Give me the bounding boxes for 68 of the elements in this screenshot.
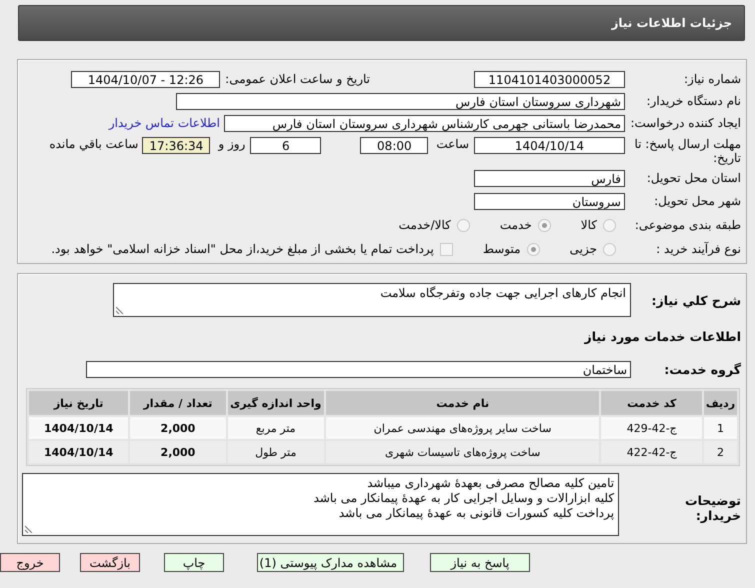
field-label: شهر محل تحویل: [653, 194, 741, 208]
field-label: توضیحات خریدار: [684, 493, 741, 523]
table-cell: 2,000 [130, 441, 226, 463]
field-label: ایجاد کننده درخواست: [629, 116, 741, 130]
action-button[interactable]: مشاهده مدارک پیوستی (1) [257, 553, 404, 572]
deadline-date-field[interactable]: 1404/10/14 [474, 137, 625, 154]
resize-grip-icon[interactable] [25, 525, 33, 533]
column-header: کد خدمت [601, 391, 702, 415]
remaining-label: ساعت باقي مانده [49, 137, 138, 151]
need-number-field[interactable]: 1104101403000052 [474, 70, 625, 88]
deadline-time-field[interactable]: 08:00 [360, 137, 428, 154]
radio-button[interactable] [603, 218, 616, 232]
resize-grip-icon[interactable] [116, 306, 124, 314]
action-button[interactable]: پاسخ به نیاز [430, 553, 530, 572]
table-cell: متر طول [228, 441, 324, 463]
radio-button[interactable] [526, 242, 540, 256]
table-cell: متر مربع [228, 417, 324, 439]
section-title: اطلاعات خدمات مورد نیاز [583, 329, 741, 344]
field-label: تاریخ و ساعت اعلان عمومی: [225, 72, 370, 86]
column-header: تاریخ نیاز [29, 391, 128, 415]
province-field[interactable]: فارس [474, 170, 625, 186]
column-header: تعداد / مقدار [130, 391, 226, 415]
days-label: روز و [218, 137, 246, 151]
table-cell: ساخت سایر پروژه‌های مهندسی عمران [326, 417, 600, 439]
option-label: کالا [580, 218, 597, 232]
city-field[interactable]: سروستان [474, 192, 625, 210]
radio-button[interactable] [603, 242, 616, 256]
radio-button[interactable] [456, 218, 470, 232]
service-group-field[interactable]: ساختمان [86, 360, 631, 378]
days-field[interactable]: 6 [250, 137, 322, 154]
remaining-time-field: 17:36:34 [142, 137, 210, 154]
field-label: استان محل تحویل: [646, 171, 741, 185]
table-cell: 2 [704, 441, 737, 463]
field-label: شماره نیاز: [683, 72, 741, 86]
field-label: گروه خدمت: [663, 362, 741, 376]
option-label: متوسط [482, 242, 521, 256]
contact-link[interactable]: اطلاعات تماس خریدار [108, 116, 220, 130]
table-cell: 2,000 [130, 417, 226, 439]
table-cell: 1404/10/14 [29, 441, 128, 463]
buyer-field[interactable]: شهرداری سروستان استان فارس [176, 92, 625, 110]
table-cell: ساخت پروژه‌های تاسیسات شهری [326, 441, 600, 463]
field-label: مهلت ارسال پاسخ: تا تاریخ: [633, 137, 741, 165]
column-header: نام خدمت [326, 391, 600, 415]
table-cell: 1404/10/14 [29, 417, 128, 439]
action-button[interactable]: خروج [0, 553, 60, 572]
option-label: خدمت [500, 218, 532, 232]
field-label: شرح کلي نياز: [650, 292, 741, 308]
action-button[interactable]: بازگشت [80, 553, 140, 572]
column-header: ردیف [704, 391, 737, 415]
field-label: نام دستگاه خریدار: [646, 94, 741, 108]
notes-field[interactable]: تامین کلیه مصالح مصرفی بعهدۀ شهرداری میباشد کلیه ابزارالات و وسایل اجرایی کار به عهدۀ پیمانکار می باشد پرداخت کلیه کسورات قانونی به عهدۀ پیمانکار می باشد [22, 473, 620, 536]
payment-checkbox[interactable] [440, 242, 453, 256]
option-label: کالا/خدمت [398, 218, 451, 232]
table-cell: ج-42-429 [601, 417, 702, 439]
radio-button[interactable] [538, 218, 551, 232]
table-cell: 1 [704, 417, 737, 439]
field-label: نوع فرآیند خرید : [655, 242, 741, 256]
field-label: طبقه بندی موضوعی: [634, 218, 741, 232]
action-button[interactable]: چاپ [164, 553, 224, 572]
header-title: جزئیات اطلاعات نیاز [611, 16, 732, 30]
announce-date-field[interactable]: 1404/10/07 - 12:26 [71, 70, 220, 88]
time-label: ساعت [436, 137, 469, 151]
creator-field[interactable]: محمدرضا باستانی جهرمی کارشناس شهرداری سروستان استان فارس [224, 114, 625, 132]
column-header: واحد اندازه گیری [228, 391, 324, 415]
summary-field[interactable]: انجام کارهای اجرایی جهت جاده وتفرجگاه سلامت [113, 283, 631, 317]
option-label: جزیی [570, 242, 597, 256]
table-cell: ج-42-422 [601, 441, 702, 463]
payment-note: پرداخت تمام یا بخشی از مبلغ خرید،از محل "اسناد خزانه اسلامی" خواهد بود. [51, 242, 434, 256]
